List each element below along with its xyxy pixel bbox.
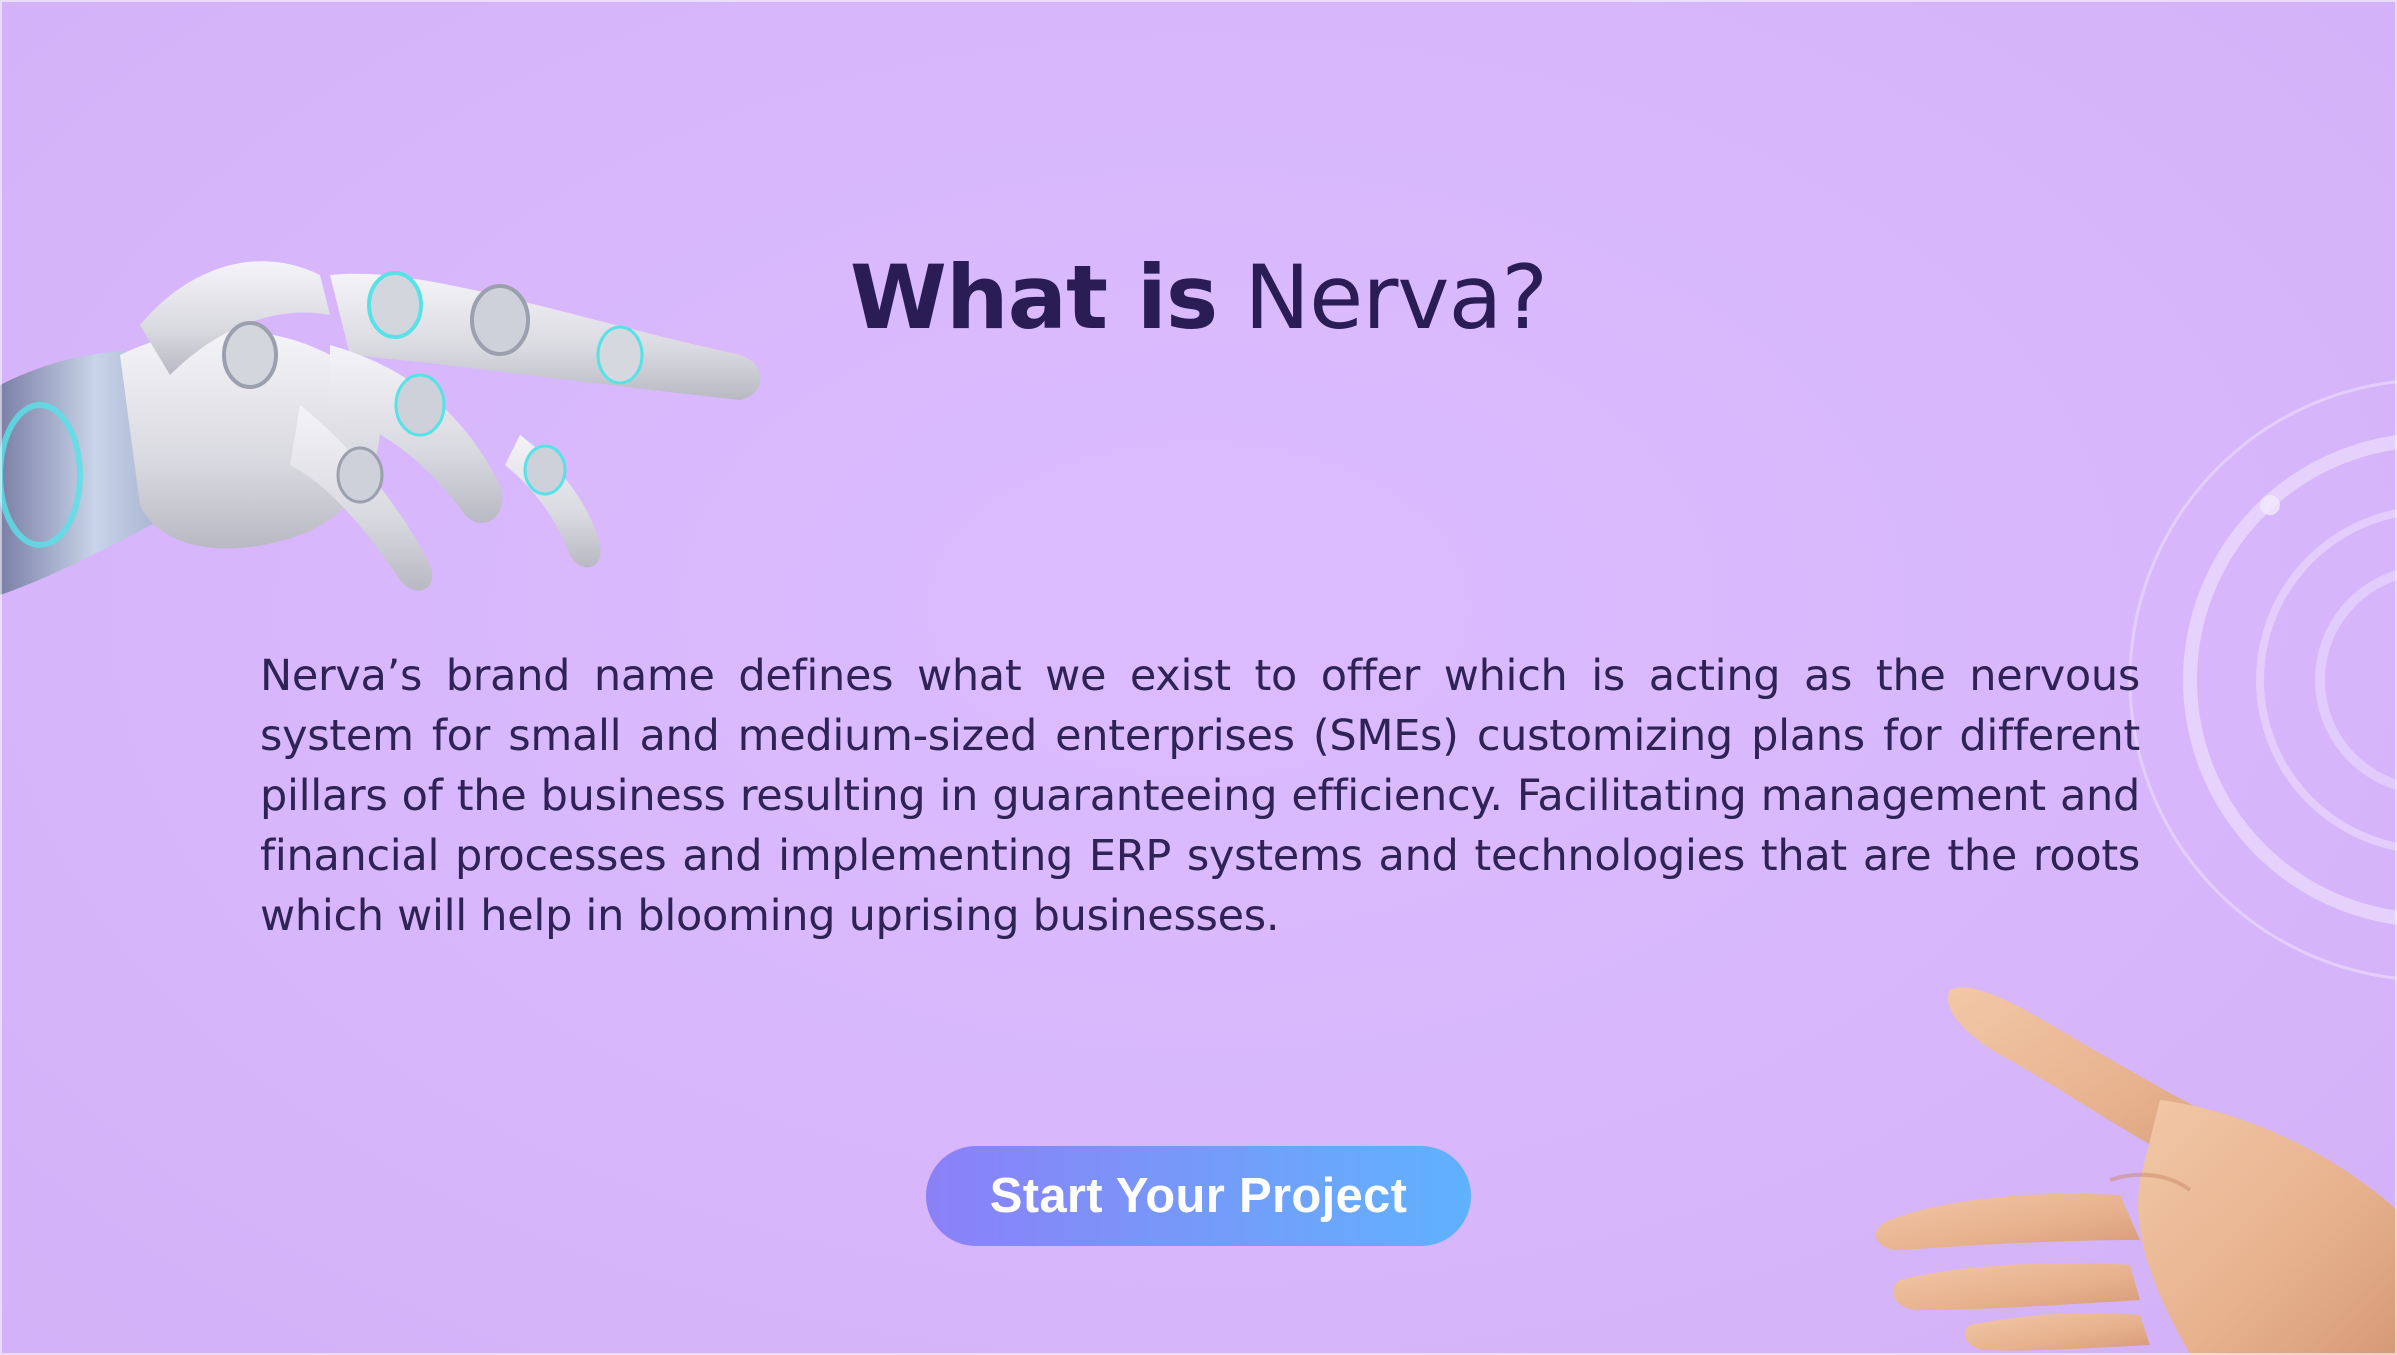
- title-bold-part: What is: [849, 246, 1218, 349]
- start-your-project-button[interactable]: Start Your Project: [926, 1146, 1471, 1246]
- human-hand-image: [1875, 987, 2397, 1355]
- concentric-rings-decoration: [2128, 380, 2397, 980]
- hero-section: What is Nerva? Nerva’s brand name define…: [0, 0, 2397, 1355]
- page-title: What is Nerva?: [0, 238, 2397, 358]
- title-light-part: Nerva?: [1244, 246, 1548, 349]
- description-text: Nerva’s brand name defines what we exist…: [260, 651, 2140, 941]
